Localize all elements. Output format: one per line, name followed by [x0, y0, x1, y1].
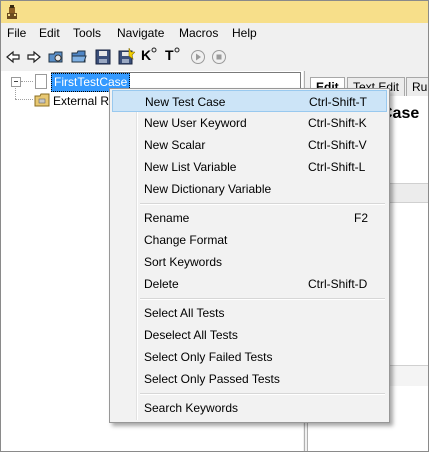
menu-item-label: Sort Keywords [144, 255, 223, 269]
back-arrow-icon[interactable] [4, 48, 22, 66]
search-keywords-icon[interactable]: K [141, 47, 159, 65]
tree-connector [15, 99, 33, 100]
menu-navigate[interactable]: Navigate [117, 26, 164, 40]
forward-arrow-icon[interactable] [25, 48, 43, 66]
menu-item-shortcut: Ctrl-Shift-V [308, 138, 367, 152]
menu-item-select-only-failed-tests[interactable]: Select Only Failed Tests [112, 346, 387, 368]
menu-item-shortcut: Ctrl-Shift-D [308, 277, 368, 291]
menu-tools[interactable]: Tools [73, 26, 101, 40]
menu-separator [140, 298, 385, 300]
menu-item-label: Delete [144, 277, 179, 291]
menu-item-new-test-case[interactable]: New Test Case Ctrl-Shift-T [112, 90, 387, 112]
menu-item-label: New List Variable [144, 160, 237, 174]
tree-connector [15, 85, 16, 99]
tree-item-external-resources[interactable]: External Re [53, 94, 116, 108]
menu-item-label: New Scalar [144, 138, 206, 152]
menu-item-select-only-passed-tests[interactable]: Select Only Passed Tests [112, 368, 387, 390]
menu-item-label: New Test Case [145, 95, 226, 109]
menu-item-label: New Dictionary Variable [144, 182, 272, 196]
menu-edit[interactable]: Edit [39, 26, 60, 40]
menu-item-deselect-all-tests[interactable]: Deselect All Tests [112, 324, 387, 346]
menu-item-shortcut: Ctrl-Shift-L [308, 160, 366, 174]
open-folder-icon[interactable] [70, 48, 88, 66]
menu-item-label: Select Only Passed Tests [144, 372, 280, 386]
menu-separator [140, 393, 385, 395]
menu-item-new-list-variable[interactable]: New List Variable Ctrl-Shift-L [112, 156, 387, 178]
menu-item-shortcut: Ctrl-Shift-K [308, 116, 367, 130]
menu-item-sort-keywords[interactable]: Sort Keywords [112, 251, 387, 273]
menu-macros[interactable]: Macros [179, 26, 218, 40]
menu-help[interactable]: Help [232, 26, 257, 40]
toolbar: K T [1, 44, 428, 70]
external-resources-folder-icon [34, 93, 50, 107]
menu-item-change-format[interactable]: Change Format [112, 229, 387, 251]
search-tests-icon[interactable]: T [165, 47, 183, 65]
menu-item-select-all-tests[interactable]: Select All Tests [112, 302, 387, 324]
menu-item-label: Change Format [144, 233, 228, 247]
save-icon[interactable] [94, 48, 112, 66]
title-bar [1, 1, 428, 23]
menu-item-rename[interactable]: Rename F2 [112, 207, 387, 229]
test-file-icon [35, 74, 47, 89]
menu-item-shortcut: F2 [354, 211, 369, 225]
menu-item-new-dictionary-variable[interactable]: New Dictionary Variable [112, 178, 387, 200]
menu-file[interactable]: File [7, 26, 26, 40]
menu-item-label: Select Only Failed Tests [144, 350, 273, 364]
open-project-icon[interactable] [47, 48, 65, 66]
menu-item-new-scalar[interactable]: New Scalar Ctrl-Shift-V [112, 134, 387, 156]
menu-bar: File Edit Tools Navigate Macros Help [1, 23, 428, 43]
app-logo-icon [7, 5, 17, 19]
tab-run[interactable]: Ru [406, 77, 428, 96]
stop-icon[interactable] [210, 48, 228, 66]
menu-item-delete[interactable]: Delete Ctrl-Shift-D [112, 273, 387, 295]
menu-item-label: Search Keywords [144, 401, 239, 415]
app-window: File Edit Tools Navigate Macros Help K T… [0, 0, 429, 452]
menu-item-label: Select All Tests [144, 306, 225, 320]
magnifier-icon [151, 47, 157, 53]
save-all-icon[interactable] [117, 48, 135, 66]
keyword-glyph: K [141, 47, 152, 63]
menu-separator [140, 203, 385, 205]
context-menu: New Test Case Ctrl-Shift-T New User Keywor… [109, 88, 390, 423]
run-icon[interactable] [189, 48, 207, 66]
menu-item-label: New User Keyword [144, 116, 247, 130]
menu-item-search-keywords[interactable]: Search Keywords [112, 397, 387, 419]
tree-connector [21, 81, 33, 82]
tree-collapse-toggle[interactable] [11, 77, 21, 87]
menu-item-new-user-keyword[interactable]: New User Keyword Ctrl-Shift-K [112, 112, 387, 134]
menu-item-label: Deselect All Tests [144, 328, 238, 342]
magnifier-icon [174, 47, 180, 53]
menu-item-shortcut: Ctrl-Shift-T [309, 95, 367, 109]
test-glyph: T [165, 47, 174, 63]
menu-item-label: Rename [144, 211, 190, 225]
